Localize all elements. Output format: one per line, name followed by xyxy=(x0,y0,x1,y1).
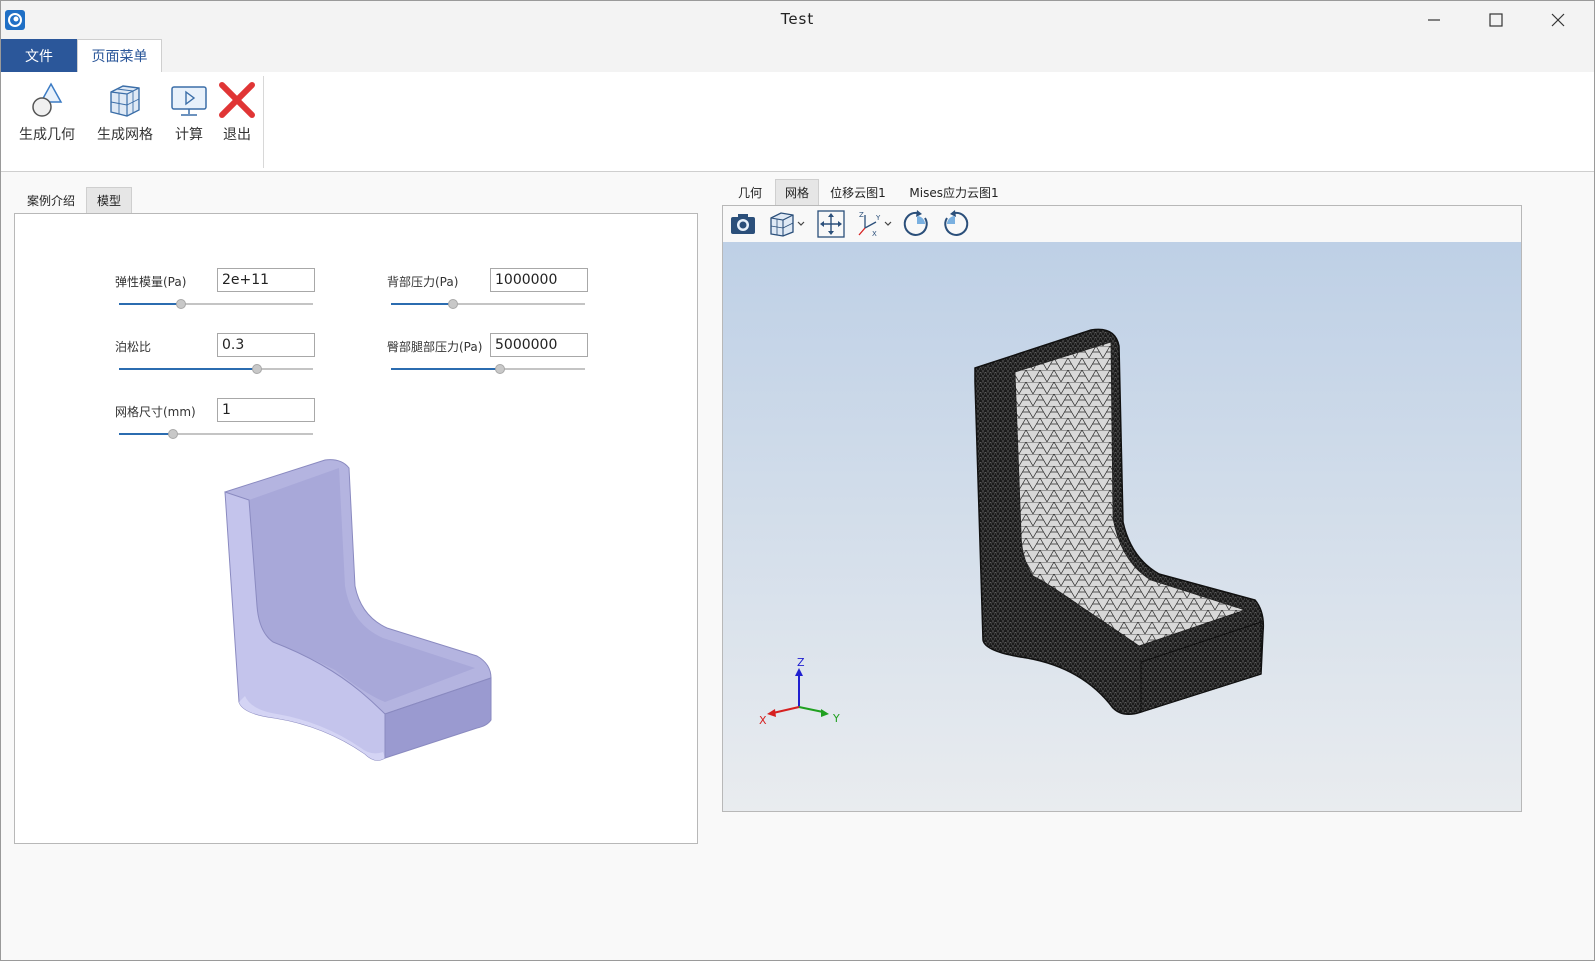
generate-geometry-button[interactable]: 生成几何 xyxy=(15,80,79,164)
chevron-down-icon xyxy=(797,221,805,226)
svg-text:Z: Z xyxy=(859,211,864,219)
exit-label: 退出 xyxy=(223,127,251,143)
svg-text:X: X xyxy=(872,230,877,238)
rotate-ccw-icon xyxy=(944,210,969,236)
generate-mesh-button[interactable]: 生成网格 xyxy=(93,80,157,164)
back-pressure-input[interactable] xyxy=(490,268,588,292)
slider-thumb[interactable] xyxy=(252,364,262,374)
fit-view-button[interactable] xyxy=(815,210,847,238)
generate-mesh-label: 生成网格 xyxy=(97,127,153,143)
window-title: Test xyxy=(780,10,815,28)
hip-leg-pressure-label: 臀部腿部压力(Pa) xyxy=(387,340,483,354)
model-parameters-pane: 弹性模量(Pa) 背部压力(Pa) 泊松比 臀部腿部压力(Pa) 网格尺寸(mm… xyxy=(14,213,698,844)
mesh-size-slider[interactable] xyxy=(119,428,313,440)
ribbon-panel: 生成几何 生成网格 计算 退出 xyxy=(1,72,1594,172)
axes-view-button[interactable]: Z Y X xyxy=(853,210,895,238)
compute-monitor-icon xyxy=(171,86,207,116)
mesh-size-input[interactable] xyxy=(217,398,315,422)
mesh-cube-icon xyxy=(110,85,140,117)
compute-label: 计算 xyxy=(175,127,203,143)
triad-z-label: Z xyxy=(797,656,805,669)
poisson-ratio-slider[interactable] xyxy=(119,363,313,375)
svg-text:Y: Y xyxy=(875,214,881,222)
mesh-size-label: 网格尺寸(mm) xyxy=(115,405,196,419)
screenshot-button[interactable] xyxy=(727,210,759,238)
title-bar: Test xyxy=(1,1,1594,39)
poisson-ratio-input[interactable] xyxy=(217,333,315,357)
app-logo-icon xyxy=(5,10,25,30)
tab-displacement-contour[interactable]: 位移云图1 xyxy=(825,179,891,205)
hip-leg-pressure-input[interactable] xyxy=(490,333,588,357)
geometry-icon xyxy=(32,82,63,117)
hip-leg-pressure-slider[interactable] xyxy=(391,363,585,375)
back-pressure-slider[interactable] xyxy=(391,298,585,310)
fit-view-icon xyxy=(817,210,845,238)
tab-model[interactable]: 模型 xyxy=(86,187,132,213)
maximize-button[interactable] xyxy=(1473,1,1519,39)
slider-thumb[interactable] xyxy=(495,364,505,374)
close-button[interactable] xyxy=(1535,1,1581,39)
slider-thumb[interactable] xyxy=(448,299,458,309)
triad-y-label: Y xyxy=(832,712,840,725)
minimize-button[interactable] xyxy=(1411,1,1457,39)
triad-x-label: X xyxy=(759,714,767,727)
tab-mesh[interactable]: 网格 xyxy=(775,179,819,205)
poisson-ratio-label: 泊松比 xyxy=(115,340,152,354)
camera-icon xyxy=(731,214,755,234)
exit-button[interactable]: 退出 xyxy=(217,80,257,164)
tab-file[interactable]: 文件 xyxy=(1,39,77,72)
meshed-chair-model xyxy=(974,328,1265,715)
exit-x-icon xyxy=(219,82,255,118)
slider-thumb[interactable] xyxy=(168,429,178,439)
tab-page-menu[interactable]: 页面菜单 xyxy=(77,39,162,73)
elastic-modulus-label: 弹性模量(Pa) xyxy=(115,275,187,289)
viewer-toolbar: Z Y X xyxy=(723,206,1521,242)
tab-case-intro[interactable]: 案例介绍 xyxy=(17,187,85,213)
axes-view-icon: Z Y X xyxy=(858,211,881,238)
rotate-clockwise-button[interactable] xyxy=(901,210,933,238)
orientation-triad: Z X Y xyxy=(759,656,840,727)
3d-viewer: Z Y X Z X Y xyxy=(722,205,1522,812)
compute-button[interactable]: 计算 xyxy=(169,80,209,164)
generate-geometry-label: 生成几何 xyxy=(19,127,75,143)
elastic-modulus-slider[interactable] xyxy=(119,298,313,310)
back-pressure-label: 背部压力(Pa) xyxy=(387,275,459,289)
ribbon-tab-bar: 文件 页面菜单 xyxy=(1,39,1594,73)
rotate-cw-icon xyxy=(903,210,928,236)
tab-geometry[interactable]: 几何 xyxy=(731,179,769,205)
rotate-counterclockwise-button[interactable] xyxy=(939,210,971,238)
3d-viewport[interactable]: Z X Y xyxy=(723,242,1521,811)
view-cube-button[interactable] xyxy=(765,210,809,238)
elastic-modulus-input[interactable] xyxy=(217,268,315,292)
ribbon-separator xyxy=(263,76,264,168)
chevron-down-icon xyxy=(884,221,892,226)
view-cube-icon xyxy=(770,212,794,237)
tab-mises-stress-contour[interactable]: Mises应力云图1 xyxy=(901,179,1007,205)
chair-model-preview xyxy=(224,459,492,761)
app-window: Test 文件 页面菜单 生成几何 生成网格 计算 退出 案例介绍 模型 弹性模… xyxy=(0,0,1595,961)
slider-thumb[interactable] xyxy=(176,299,186,309)
